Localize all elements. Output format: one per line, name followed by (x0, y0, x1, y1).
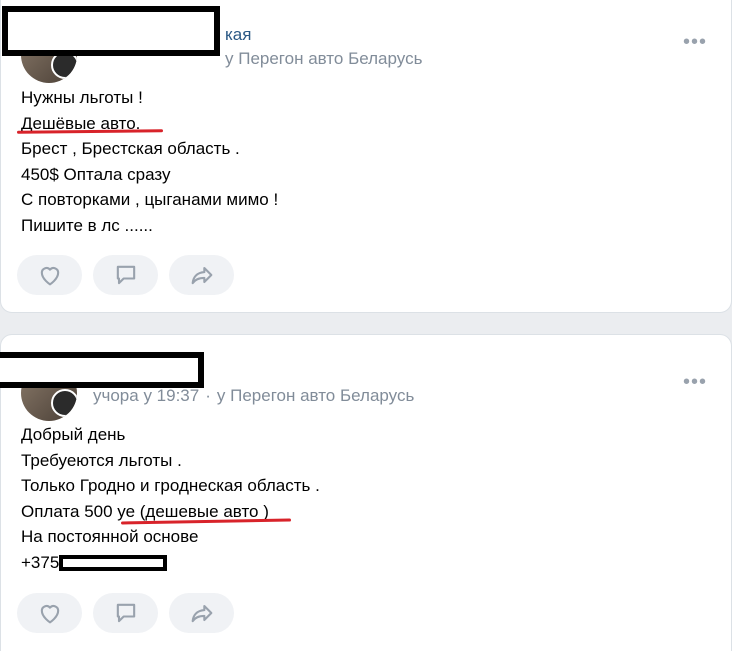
post-group-link[interactable]: у Перегон авто Беларусь (225, 49, 422, 69)
comment-button[interactable] (93, 593, 158, 633)
post-line: Пишите в лс ...... (21, 215, 153, 235)
redaction-box (0, 352, 204, 388)
post-line: 450$ Оптала сразу (21, 164, 171, 184)
meta-separator: · (205, 386, 211, 405)
post-line: На постоянной основе (21, 527, 199, 547)
post-line: Нужны льготы ! (21, 88, 143, 107)
post-line: Только Гродно и гроднеская область . (21, 476, 320, 496)
post-group-link[interactable]: у Перегон авто Беларусь (217, 386, 414, 405)
post-time[interactable]: учора у 19:37 (93, 386, 199, 405)
comment-icon (116, 265, 135, 285)
phone-redaction (59, 555, 168, 572)
more-options-button[interactable]: ••• (683, 371, 707, 394)
phone-prefix: +375 (21, 552, 60, 572)
post-text: Нужны льготы ! Дешёвые авто. Брест , Бре… (21, 85, 278, 239)
share-icon (191, 266, 212, 285)
share-button[interactable] (169, 593, 234, 633)
post-line: +375 (21, 550, 320, 576)
comment-button[interactable] (93, 255, 158, 295)
post-text: Добрый день Требуеются льготы . Только Г… (21, 422, 320, 576)
share-button[interactable] (169, 255, 234, 295)
like-button[interactable] (17, 593, 82, 633)
post-actions (17, 255, 234, 295)
like-button[interactable] (17, 255, 82, 295)
comment-icon (116, 603, 135, 623)
post-actions (17, 593, 234, 633)
heart-icon (40, 267, 59, 286)
post-line: Брест , Брестская область . (21, 139, 240, 159)
post-line: Требуеются льготы . (21, 450, 182, 470)
redaction-box (2, 6, 220, 56)
group-avatar (51, 389, 77, 417)
post-meta: учора у 19:37 · у Перегон авто Беларусь (93, 386, 414, 406)
post-line: С повторками , цыганами мимо ! (21, 190, 279, 210)
heart-icon (40, 605, 59, 624)
more-options-button[interactable]: ••• (683, 31, 707, 54)
share-icon (191, 604, 212, 623)
author-name[interactable]: кая (225, 25, 251, 45)
post-line: Добрый день (21, 425, 126, 444)
